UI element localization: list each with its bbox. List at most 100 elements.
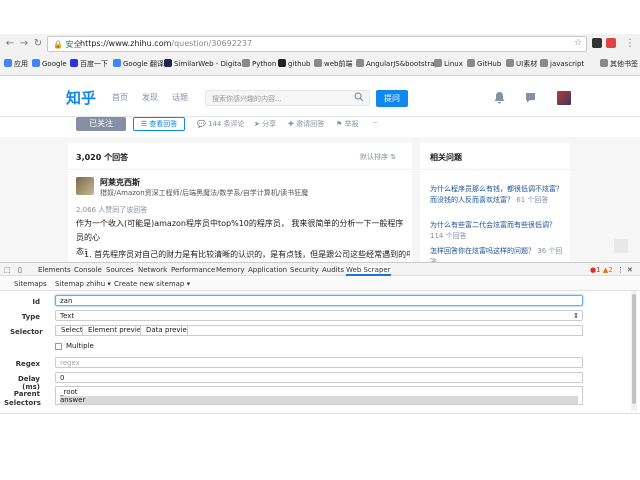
bookmark-item[interactable]: web前端 [314,59,352,69]
related-question[interactable]: 为什么有些富二代会炫富而有些很低调？ 114 个回答 [430,220,565,242]
related-question-text[interactable]: 怎样回答你在炫富吗这样的问题？ [430,247,535,255]
nav-topics[interactable]: 话题 [172,92,188,103]
multiple-checkbox[interactable] [55,343,62,350]
bell-icon[interactable] [493,91,506,104]
nav-home[interactable]: 首页 [112,92,128,103]
tab-network[interactable]: Network [138,266,167,274]
tab-console[interactable]: Console [74,266,102,274]
tab-audits[interactable]: Audits [322,266,344,274]
close-icon[interactable]: ✕ [627,266,633,274]
bookmark-item[interactable]: UI素材 [506,59,537,69]
url-path: /question/30692237 [171,39,253,48]
folder-icon [314,59,322,67]
sitemap-dropdown[interactable]: Sitemap zhihu ▾ [55,280,111,288]
bookmark-item[interactable]: 其他书签 [600,59,638,69]
tab-memory[interactable]: Memory [216,266,244,274]
devtools-menu-icon[interactable]: ⋮ [617,266,624,274]
author-name[interactable]: 阿莱克西斯 [100,177,140,188]
search-icon[interactable] [354,92,364,102]
chat-icon[interactable] [524,91,537,104]
reload-icon[interactable]: ↻ [32,38,44,50]
user-avatar[interactable] [557,91,571,105]
selector-input[interactable] [187,325,583,336]
search-input[interactable]: 搜索你感兴趣的内容... [205,90,370,106]
id-input[interactable]: zan [55,295,583,306]
comment-icon: 💬 [197,120,206,128]
forward-icon[interactable]: → [18,38,30,50]
parent-option-selected[interactable]: answer [60,396,578,404]
bookmark-item[interactable]: javascript [540,59,584,68]
bookmark-label: GitHub [477,60,502,68]
multiple-label: Multiple [66,342,94,350]
tab-application[interactable]: Application [248,266,287,274]
folder-icon [356,59,364,67]
view-answers-button[interactable]: ☰ 查看回答 [133,117,185,131]
error-count-value: 1 [596,266,601,274]
selector-row: Select Element preview Data preview [55,325,583,336]
bookmark-item[interactable]: Linux [434,59,463,68]
related-answer-count: 61 个回答 [516,196,549,204]
bookmark-item[interactable]: github [278,59,310,68]
bookmark-label: UI素材 [516,60,538,68]
tab-performance[interactable]: Performance [171,266,215,274]
parent-option[interactable]: _root [60,388,578,396]
inspect-icon[interactable]: ⬚ [4,266,11,274]
error-count[interactable]: ●1 ▲2 [590,266,613,274]
floating-action-button[interactable] [614,239,628,253]
regex-input[interactable]: regex [55,357,583,368]
bookmark-item[interactable]: 百度一下 [70,59,108,69]
author-avatar[interactable] [76,177,94,195]
delay-input[interactable]: 0 [55,372,583,383]
back-icon[interactable]: ← [4,38,16,50]
extension-icon[interactable] [592,38,602,48]
comments-link[interactable]: 💬 144 条评论 [197,119,245,129]
google-icon [32,59,40,67]
sort-dropdown[interactable]: 默认排序 ⇅ [360,152,396,162]
folder-icon [467,59,475,67]
parent-label: Parent [13,390,40,398]
bookmark-label: AngularJS&bootstrap [366,60,439,68]
more-button[interactable]: ··· [372,119,379,127]
bookmark-item[interactable]: Google 翻译 [113,59,164,69]
bookmark-item[interactable]: SimilarWeb - Digital... [164,59,250,68]
bookmark-star-icon[interactable]: ☆ [574,38,582,48]
create-sitemap-dropdown[interactable]: Create new sitemap ▾ [114,280,190,288]
invite-link[interactable]: ✚ 邀请回答 [288,119,324,129]
related-question[interactable]: 为什么程序员那么有钱，都很低调不炫富？而没钱的人反而喜欢炫富？ 61 个回答 [430,184,565,206]
answers-card: 3,020 个回答 默认排序 ⇅ 阿莱克西斯 猎奴/Amazon资深工程师/后端… [68,143,412,263]
nav-discover[interactable]: 发现 [142,92,158,103]
related-question-text[interactable]: 为什么有些富二代会炫富而有些很低调？ [430,221,556,229]
view-answers-label: 查看回答 [149,120,178,128]
tab-sources[interactable]: Sources [106,266,134,274]
bookmark-item[interactable]: Python [242,59,276,68]
agree-count[interactable]: 2,066 人赞同了该回答 [76,205,147,215]
bookmark-label: Google [42,60,67,68]
menu-icon[interactable]: ⋮ [624,38,636,50]
device-icon[interactable]: ▯ [18,266,22,274]
tab-security[interactable]: Security [290,266,319,274]
parent-selectors-list[interactable]: _root answer [55,386,583,405]
tab-elements[interactable]: Elements [38,266,71,274]
ask-button[interactable]: 提问 [376,90,408,107]
report-link[interactable]: ⚑ 举报 [336,119,359,129]
tab-web-scraper[interactable]: Web Scraper [346,266,391,276]
report-label: 举报 [344,120,359,128]
bookmark-item[interactable]: AngularJS&bootstrap [356,59,439,68]
page-content: 3,020 个回答 默认排序 ⇅ 阿莱克西斯 猎奴/Amazon资深工程师/后端… [0,137,640,266]
bookmark-item[interactable]: GitHub [467,59,501,68]
bookmark-item[interactable]: 应用 [4,59,28,69]
bookmark-item[interactable]: Google [32,59,67,68]
list-icon: ☰ [140,120,150,128]
share-link[interactable]: ➤ 分享 [254,119,276,129]
site-logo[interactable]: 知乎 [66,87,96,108]
bookmark-label: 应用 [14,60,28,68]
flag-icon: ⚑ [336,120,343,128]
sitemaps-link[interactable]: Sitemaps [14,280,47,288]
followed-button[interactable]: 已关注 [76,117,126,131]
address-bar[interactable]: 🔒 安全 https://www.zhihu.com/question/3069… [47,36,587,52]
type-select[interactable]: Text ⇕ [55,310,583,321]
extension-icon-2[interactable] [606,38,616,48]
site-header: 知乎 首页 发现 话题 搜索你感兴趣的内容... 提问 [0,77,640,117]
github-icon [278,59,286,67]
scrollbar-thumb[interactable] [632,294,636,404]
